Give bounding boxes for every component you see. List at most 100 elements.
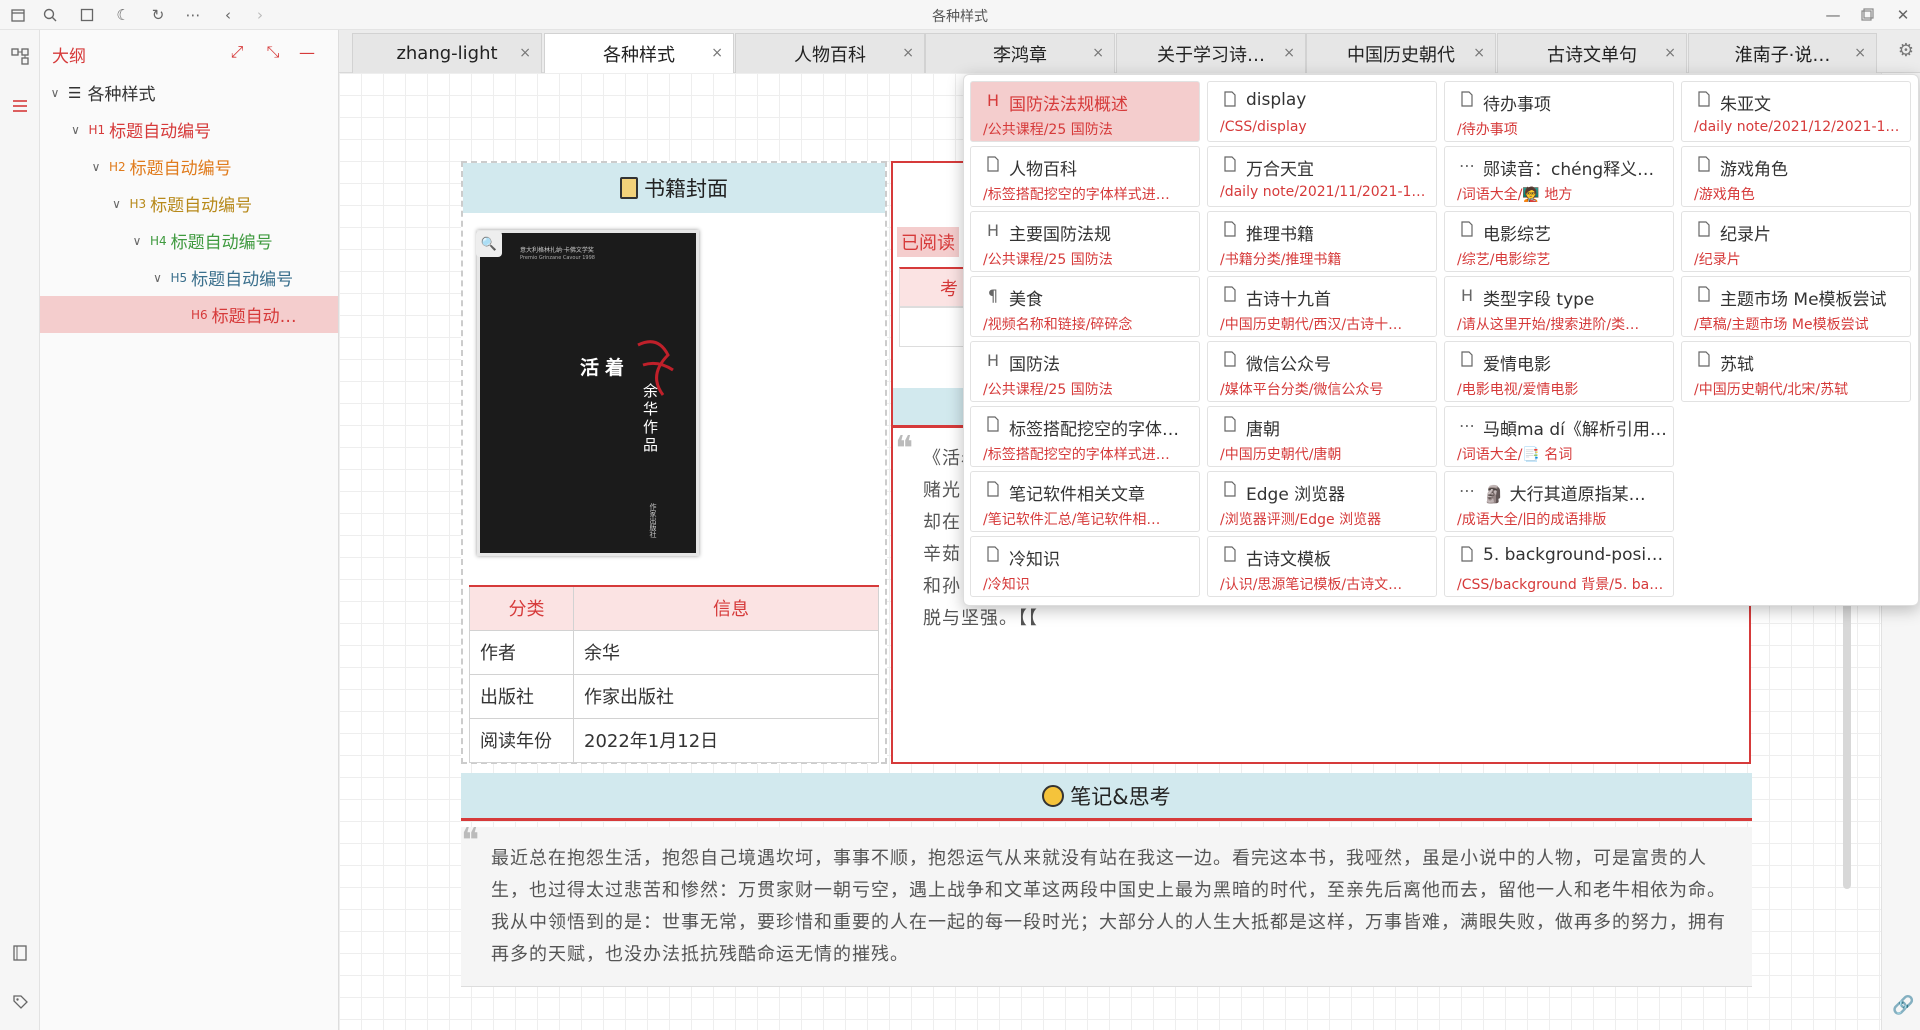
- document-icon: [1220, 91, 1240, 111]
- chevron-down-icon[interactable]: ∨: [108, 197, 126, 211]
- tab[interactable]: 关于学习诗… ×: [1116, 33, 1306, 73]
- search-result-card[interactable]: ⋯ 🗿 大行其道原指某… /成语大全/旧的成语排版: [1444, 471, 1674, 532]
- search-result-card[interactable]: H 主要国防法规/公共课程/25 国防法: [970, 211, 1200, 272]
- outline-item[interactable]: ∨ H3 标题自动编号: [40, 185, 338, 222]
- quote-line: 脱与坚强。【【: [923, 608, 1038, 629]
- close-tab-icon[interactable]: ×: [1283, 45, 1295, 61]
- search-result-card[interactable]: 笔记软件相关文章/笔记软件汇总/笔记软件相…: [970, 471, 1200, 532]
- tab[interactable]: zhang-light ×: [352, 33, 542, 73]
- outline-item[interactable]: ∨ H5 标题自动编号: [40, 259, 338, 296]
- search-result-card[interactable]: ⋯ 郧读音：chéng释义：… /词语大全/🧑‍🏫 地方: [1444, 146, 1674, 207]
- maximize-icon[interactable]: [1857, 5, 1877, 25]
- card-title: 国防法: [1009, 355, 1060, 375]
- search-result-card[interactable]: 推理书籍/书籍分类/推理书籍: [1207, 211, 1437, 272]
- quote-icon: ❝: [895, 429, 914, 469]
- outline-item[interactable]: H6 标题自动…: [40, 296, 338, 333]
- chevron-down-icon[interactable]: ∨: [46, 86, 64, 100]
- table-cell[interactable]: 作家出版社: [573, 673, 879, 719]
- search-result-card[interactable]: H 类型字段 type/请从这里开始/搜索进阶/类…: [1444, 276, 1674, 337]
- table-cell[interactable]: 作者: [469, 629, 574, 675]
- outline-icon[interactable]: [8, 94, 32, 118]
- search-result-card[interactable]: 万合天宜/daily note/2021/11/2021-11-…: [1207, 146, 1437, 207]
- card-title: 人物百科: [1009, 160, 1077, 180]
- tab[interactable]: 李鸿章 ×: [925, 33, 1115, 73]
- table-cell[interactable]: 余华: [573, 629, 879, 675]
- minimize-icon[interactable]: —: [1823, 5, 1843, 25]
- collapse-icon[interactable]: ⤡: [262, 41, 284, 63]
- link-icon[interactable]: 🔗: [1892, 995, 1914, 1016]
- zoom-icon[interactable]: 🔍: [476, 231, 502, 257]
- tab[interactable]: 各种样式 ×: [544, 33, 734, 73]
- search-result-card[interactable]: 主题市场 Me模板尝试/草稿/主题市场 Me模板尝试: [1681, 276, 1911, 337]
- tab[interactable]: 古诗文单句 ×: [1497, 33, 1687, 73]
- search-result-card[interactable]: 待办事项/待办事项: [1444, 81, 1674, 142]
- close-tab-icon[interactable]: ×: [1664, 45, 1676, 61]
- thinking-emoji-icon: [1042, 784, 1065, 807]
- tab[interactable]: 人物百科 ×: [735, 33, 925, 73]
- chevron-down-icon[interactable]: ∨: [128, 234, 146, 248]
- outline-item[interactable]: ∨ H4 标题自动编号: [40, 222, 338, 259]
- table-header-cell: 分类: [469, 585, 574, 631]
- redbox-table-header: 考: [899, 267, 969, 307]
- chevron-down-icon[interactable]: ∨: [87, 160, 105, 174]
- cover-header-text: 书籍封面: [644, 177, 728, 201]
- close-tab-icon[interactable]: ×: [1854, 45, 1866, 61]
- search-result-card[interactable]: 纪录片/纪录片: [1681, 211, 1911, 272]
- tab[interactable]: 淮南子·说… ×: [1688, 33, 1877, 73]
- close-tab-icon[interactable]: ×: [902, 45, 914, 61]
- table-cell[interactable]: 2022年1月12日: [573, 717, 879, 763]
- search-result-card[interactable]: 苏轼/中国历史朝代/北宋/苏轼: [1681, 341, 1911, 402]
- close-tab-icon[interactable]: ×: [1092, 45, 1104, 61]
- chevron-down-icon[interactable]: ∨: [149, 271, 167, 285]
- search-result-card[interactable]: 古诗十九首/中国历史朝代/西汉/古诗十…: [1207, 276, 1437, 337]
- search-result-card[interactable]: 电影综艺/综艺/电影综艺: [1444, 211, 1674, 272]
- close-tab-icon[interactable]: ×: [519, 45, 531, 61]
- search-result-card[interactable]: 标签搭配挖空的字体… /标签搭配挖空的字体样式进…: [970, 406, 1200, 467]
- read-status-badge: 已阅读: [897, 227, 959, 257]
- search-result-card[interactable]: 古诗文模板/认识/思源笔记模板/古诗文…: [1207, 536, 1437, 597]
- list-item-icon: ⋯: [1459, 481, 1475, 500]
- close-tab-icon[interactable]: ×: [711, 45, 723, 61]
- search-result-card[interactable]: H 国防法/公共课程/25 国防法: [970, 341, 1200, 402]
- table-cell[interactable]: 出版社: [469, 673, 574, 719]
- minimize-panel-icon[interactable]: —: [296, 41, 318, 63]
- close-window-icon[interactable]: ✕: [1893, 5, 1913, 25]
- notes-quote-block[interactable]: ❝ 最近总在抱怨生活，抱怨自己境遇坎坷，事事不顺，抱怨运气从来就没有站在我这一边…: [461, 821, 1752, 987]
- tag-icon[interactable]: [8, 990, 32, 1014]
- list-icon: ☰: [68, 83, 82, 102]
- book-title: 活着: [580, 357, 631, 379]
- card-title: 笔记软件相关文章: [1009, 485, 1145, 505]
- outline-item[interactable]: ∨ H1 标题自动编号: [40, 111, 338, 148]
- outline-item[interactable]: ∨ ☰ 各种样式: [40, 74, 338, 111]
- book-icon[interactable]: [8, 941, 32, 965]
- card-title: 爱情电影: [1483, 355, 1551, 375]
- heading-icon: H: [986, 351, 1000, 370]
- graph-icon[interactable]: [8, 44, 32, 68]
- search-result-card[interactable]: display/CSS/display: [1207, 81, 1437, 142]
- card-path: /daily note/2021/12/2021-12-…: [1694, 119, 1906, 135]
- tab[interactable]: 中国历史朝代 ×: [1306, 33, 1496, 73]
- settings-icon[interactable]: ⚙: [1898, 40, 1914, 61]
- search-result-card[interactable]: Edge 浏览器/浏览器评测/Edge 浏览器: [1207, 471, 1437, 532]
- book-publisher: 作家出版社: [649, 503, 657, 538]
- search-result-card[interactable]: 唐朝/中国历史朝代/唐朝: [1207, 406, 1437, 467]
- search-result-card[interactable]: 人物百科/标签搭配挖空的字体样式进…: [970, 146, 1200, 207]
- chevron-down-icon[interactable]: ∨: [67, 123, 85, 137]
- search-result-card[interactable]: 冷知识/冷知识: [970, 536, 1200, 597]
- close-tab-icon[interactable]: ×: [1473, 45, 1485, 61]
- search-result-card[interactable]: ⋯ 马頔ma dí《解析引用… /词语大全/📑 名词: [1444, 406, 1674, 467]
- card-title: 马頔ma dí《解析引用…: [1483, 420, 1667, 440]
- outline-item[interactable]: ∨ H2 标题自动编号: [40, 148, 338, 185]
- search-result-card[interactable]: 爱情电影/电影电视/爱情电影: [1444, 341, 1674, 402]
- search-result-card[interactable]: 微信公众号/媒体平台分类/微信公众号: [1207, 341, 1437, 402]
- search-result-card[interactable]: ¶ 美食/视频名称和链接/碎碎念: [970, 276, 1200, 337]
- heading-level-prefix: H2: [109, 159, 126, 174]
- search-result-card[interactable]: 朱亚文/daily note/2021/12/2021-12-…: [1681, 81, 1911, 142]
- search-result-card[interactable]: 5. background-position/CSS/background 背景…: [1444, 536, 1674, 597]
- book-cover-image[interactable]: 🔍 意大利格林扎纳·卡佛文学奖 Premio Grinzane Cavour 1…: [476, 230, 699, 556]
- search-result-card[interactable]: H 国防法法规概述/公共课程/25 国防法: [970, 81, 1200, 142]
- table-cell[interactable]: 阅读年份: [469, 717, 574, 763]
- expand-icon[interactable]: ⤢: [226, 41, 248, 63]
- outline-item-label: 标题自动编号: [129, 159, 232, 179]
- search-result-card[interactable]: 游戏角色/游戏角色: [1681, 146, 1911, 207]
